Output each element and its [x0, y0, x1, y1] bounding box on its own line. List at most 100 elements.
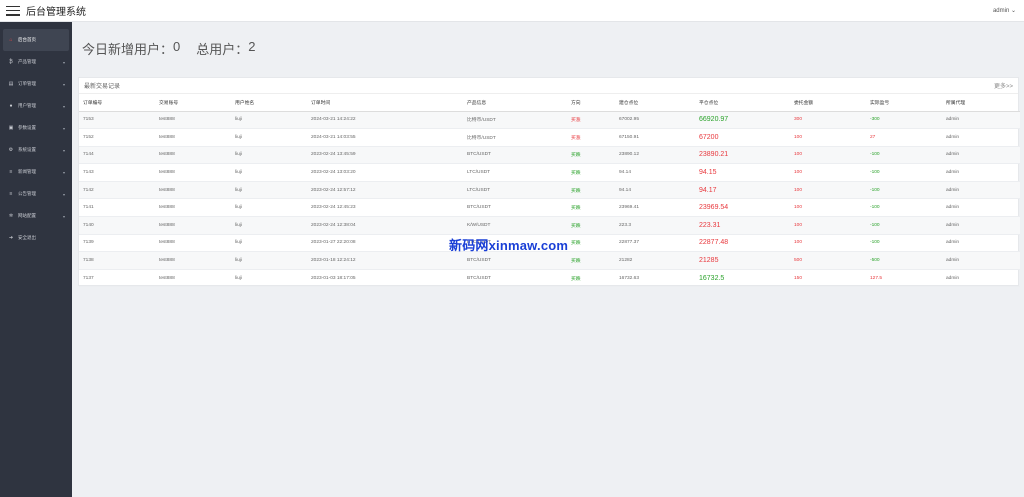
table-cell: admin — [946, 275, 960, 281]
sidebar-item-label: 参数设置 — [18, 125, 36, 130]
list-icon: ≡ — [9, 169, 13, 175]
table-cell: 2023-01-03 18:17:05 — [311, 275, 356, 281]
table-cell: 买涨 — [571, 135, 581, 141]
sidebar-item-6[interactable]: ≡ 新闻管理 ▾ — [3, 161, 69, 183]
sidebar-item-2[interactable]: ▤ 订单管理 ▾ — [3, 73, 69, 95]
table-cell: 7140 — [83, 222, 94, 228]
table-cell: 买跌 — [571, 171, 581, 177]
table-cell: 16732.5 — [699, 274, 725, 282]
chevron-down-icon: ▾ — [62, 81, 65, 87]
column-header: 交易账号 — [155, 94, 231, 112]
table-cell: -100 — [870, 222, 880, 228]
table-cell: 7139 — [83, 240, 94, 246]
table-cell: liuji — [235, 134, 242, 140]
new-users-stat: 今日新增用户： 0 — [82, 39, 180, 58]
gear-icon: ✲ — [8, 213, 14, 219]
table-cell: 7153 — [83, 117, 94, 123]
sidebar-item-4[interactable]: ▣ 参数设置 ▾ — [3, 117, 69, 139]
sidebar-item-label: 新闻管理 — [18, 169, 36, 174]
table-cell: 2023-01-18 12:24:12 — [311, 258, 356, 264]
table-cell: 比特币/USDT — [467, 135, 496, 141]
table-cell: 2024-03-21 14:24:22 — [311, 117, 356, 123]
column-header: 方向 — [567, 94, 615, 112]
table-row: 7140 test888 liuji 2023-02-24 12:38:04 K/W/U… — [79, 216, 1020, 235]
sidebar-item-label: 安全退出 — [18, 235, 36, 240]
table-cell: 买跌 — [571, 188, 581, 194]
chevron-down-icon: ▾ — [62, 125, 65, 131]
chevron-down-icon: ▾ — [62, 147, 65, 153]
table-cell: -100 — [870, 205, 880, 211]
logout-icon: ➜ — [8, 235, 14, 241]
table-cell: -100 — [870, 152, 880, 158]
more-link[interactable]: 更多>> — [994, 81, 1013, 90]
sidebar-item-8[interactable]: ✲ 网站配置 ▾ — [3, 205, 69, 227]
column-header: 用户姓名 — [231, 94, 307, 112]
table-cell: 7144 — [83, 152, 94, 158]
table-cell: 100 — [794, 170, 803, 176]
home-icon: ⌂ — [9, 37, 13, 43]
hamburger-menu-icon[interactable] — [6, 5, 20, 16]
table-row: 7153 test888 liuji 2024-03-21 14:24:22 比特币/U… — [79, 111, 1020, 129]
table-cell: test888 — [159, 240, 175, 246]
user-icon: ● — [9, 103, 13, 109]
table-cell: -100 — [870, 240, 880, 246]
table-cell: 16732.63 — [619, 275, 640, 281]
total-users-stat: 总用户： 2 — [196, 39, 255, 58]
table-cell: 100 — [794, 222, 803, 228]
table-cell: 买跌 — [571, 259, 581, 265]
table-row: 7144 test888 liuji 2023-02-24 13:45:59 BTC/U… — [79, 146, 1020, 164]
sidebar-item-label: 用户管理 — [18, 103, 36, 108]
table-cell: 500 — [794, 258, 803, 264]
table-cell: BTC/USDT — [467, 275, 491, 281]
column-header: 建仓点位 — [615, 94, 695, 112]
sidebar-item-7[interactable]: ≡ 公告管理 ▾ — [3, 183, 69, 205]
sidebar-item-5[interactable]: ⚙ 系统设置 ▾ — [3, 139, 69, 161]
table-cell: admin — [946, 170, 960, 176]
table-row: 7143 test888 liuji 2023-02-24 13:03:20 LTC/U… — [79, 164, 1020, 182]
table-cell: liuji — [235, 222, 242, 228]
table-cell: BTC/USDT — [467, 205, 491, 211]
table-cell: -300 — [870, 117, 880, 123]
table-cell: 2023-01-27 22:20:08 — [311, 240, 356, 246]
table-cell: LTC/USDT — [467, 170, 491, 176]
table-row: 7141 test888 liuji 2023-02-24 12:45:23 BTC/U… — [79, 199, 1020, 217]
table-cell: test888 — [159, 222, 175, 228]
table-cell: admin — [946, 205, 960, 211]
column-header: 订单编号 — [79, 94, 155, 112]
table-cell: 23969.54 — [699, 204, 729, 212]
panel-header: 最新交易记录 更多>> — [79, 78, 1018, 94]
sidebar-item-0[interactable]: ⌂ 后台首页 — [3, 29, 69, 51]
table-cell: 100 — [794, 205, 803, 211]
table-cell: 7142 — [83, 187, 94, 193]
user-menu-dropdown[interactable]: admin ⌄ — [993, 7, 1016, 14]
table-cell: -500 — [870, 258, 880, 264]
sidebar-item-label: 公告管理 — [18, 191, 36, 196]
column-header: 委托金额 — [790, 94, 866, 112]
clipboard-icon: ▣ — [8, 125, 14, 131]
table-cell: test888 — [159, 117, 175, 123]
table-row: 7138 test888 liuji 2023-01-18 12:24:12 BTC/U… — [79, 251, 1020, 270]
table-cell: admin — [946, 117, 960, 123]
sidebar-item-9[interactable]: ➜ 安全退出 — [3, 227, 69, 249]
chevron-down-icon: ▾ — [62, 59, 65, 65]
sidebar: ⌂ 后台首页 ₿ 产品管理 ▾ ▤ 订单管理 ▾ ● 用户管理 ▾ ▣ 参数设置 ▾ ⚙ 系统设置 ▾ ≡ 新闻管理… — [0, 22, 72, 497]
table-cell: 21285 — [699, 257, 719, 265]
table-cell: 94.14 — [619, 170, 632, 176]
sidebar-item-label: 产品管理 — [18, 59, 36, 64]
table-cell: admin — [946, 258, 960, 264]
table-cell: 223.31 — [699, 221, 721, 229]
table-cell: liuji — [235, 117, 242, 123]
table-cell: 27 — [870, 134, 876, 140]
column-header: 订单时间 — [307, 94, 463, 112]
gears-icon: ⚙ — [8, 147, 14, 153]
table-cell: -100 — [870, 170, 880, 176]
table-cell: 2023-02-24 13:03:20 — [311, 170, 356, 176]
table-cell: 67002.95 — [619, 117, 640, 123]
table-cell: 2023-02-24 12:57:12 — [311, 187, 356, 193]
sidebar-item-3[interactable]: ● 用户管理 ▾ — [3, 95, 69, 117]
table-cell: liuji — [235, 187, 242, 193]
sidebar-item-label: 网站配置 — [18, 213, 36, 218]
table-cell: admin — [946, 134, 960, 140]
sidebar-item-1[interactable]: ₿ 产品管理 ▾ — [3, 51, 69, 73]
table-cell: 7138 — [83, 258, 94, 264]
